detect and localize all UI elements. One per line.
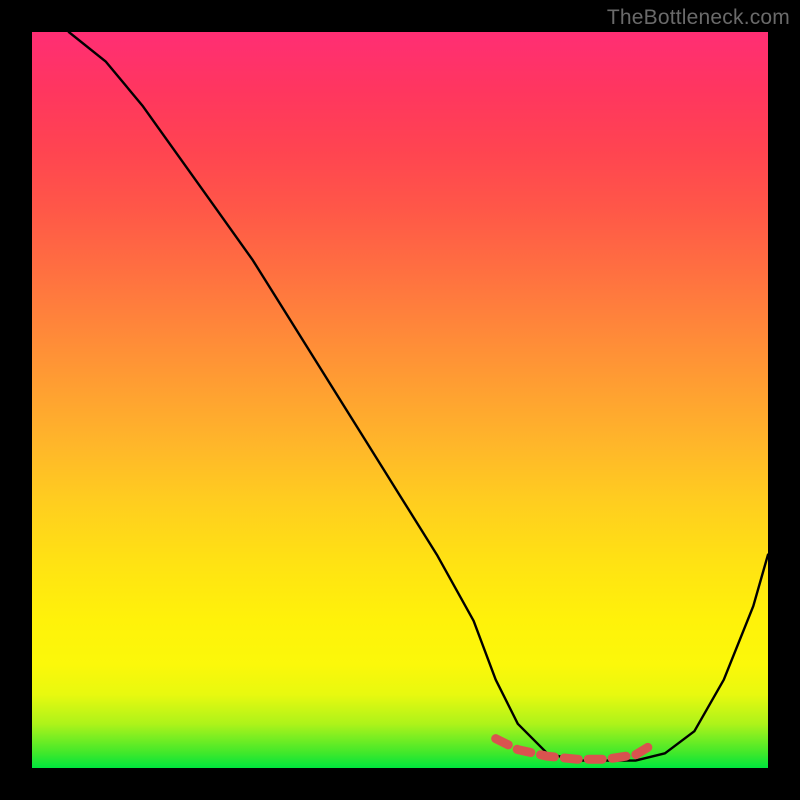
chart-svg bbox=[32, 32, 768, 768]
watermark-text: TheBottleneck.com bbox=[607, 6, 790, 30]
chart-container: TheBottleneck.com bbox=[0, 0, 800, 800]
best-match-band bbox=[496, 739, 651, 760]
plot-area bbox=[32, 32, 768, 768]
main-curve bbox=[69, 32, 768, 761]
